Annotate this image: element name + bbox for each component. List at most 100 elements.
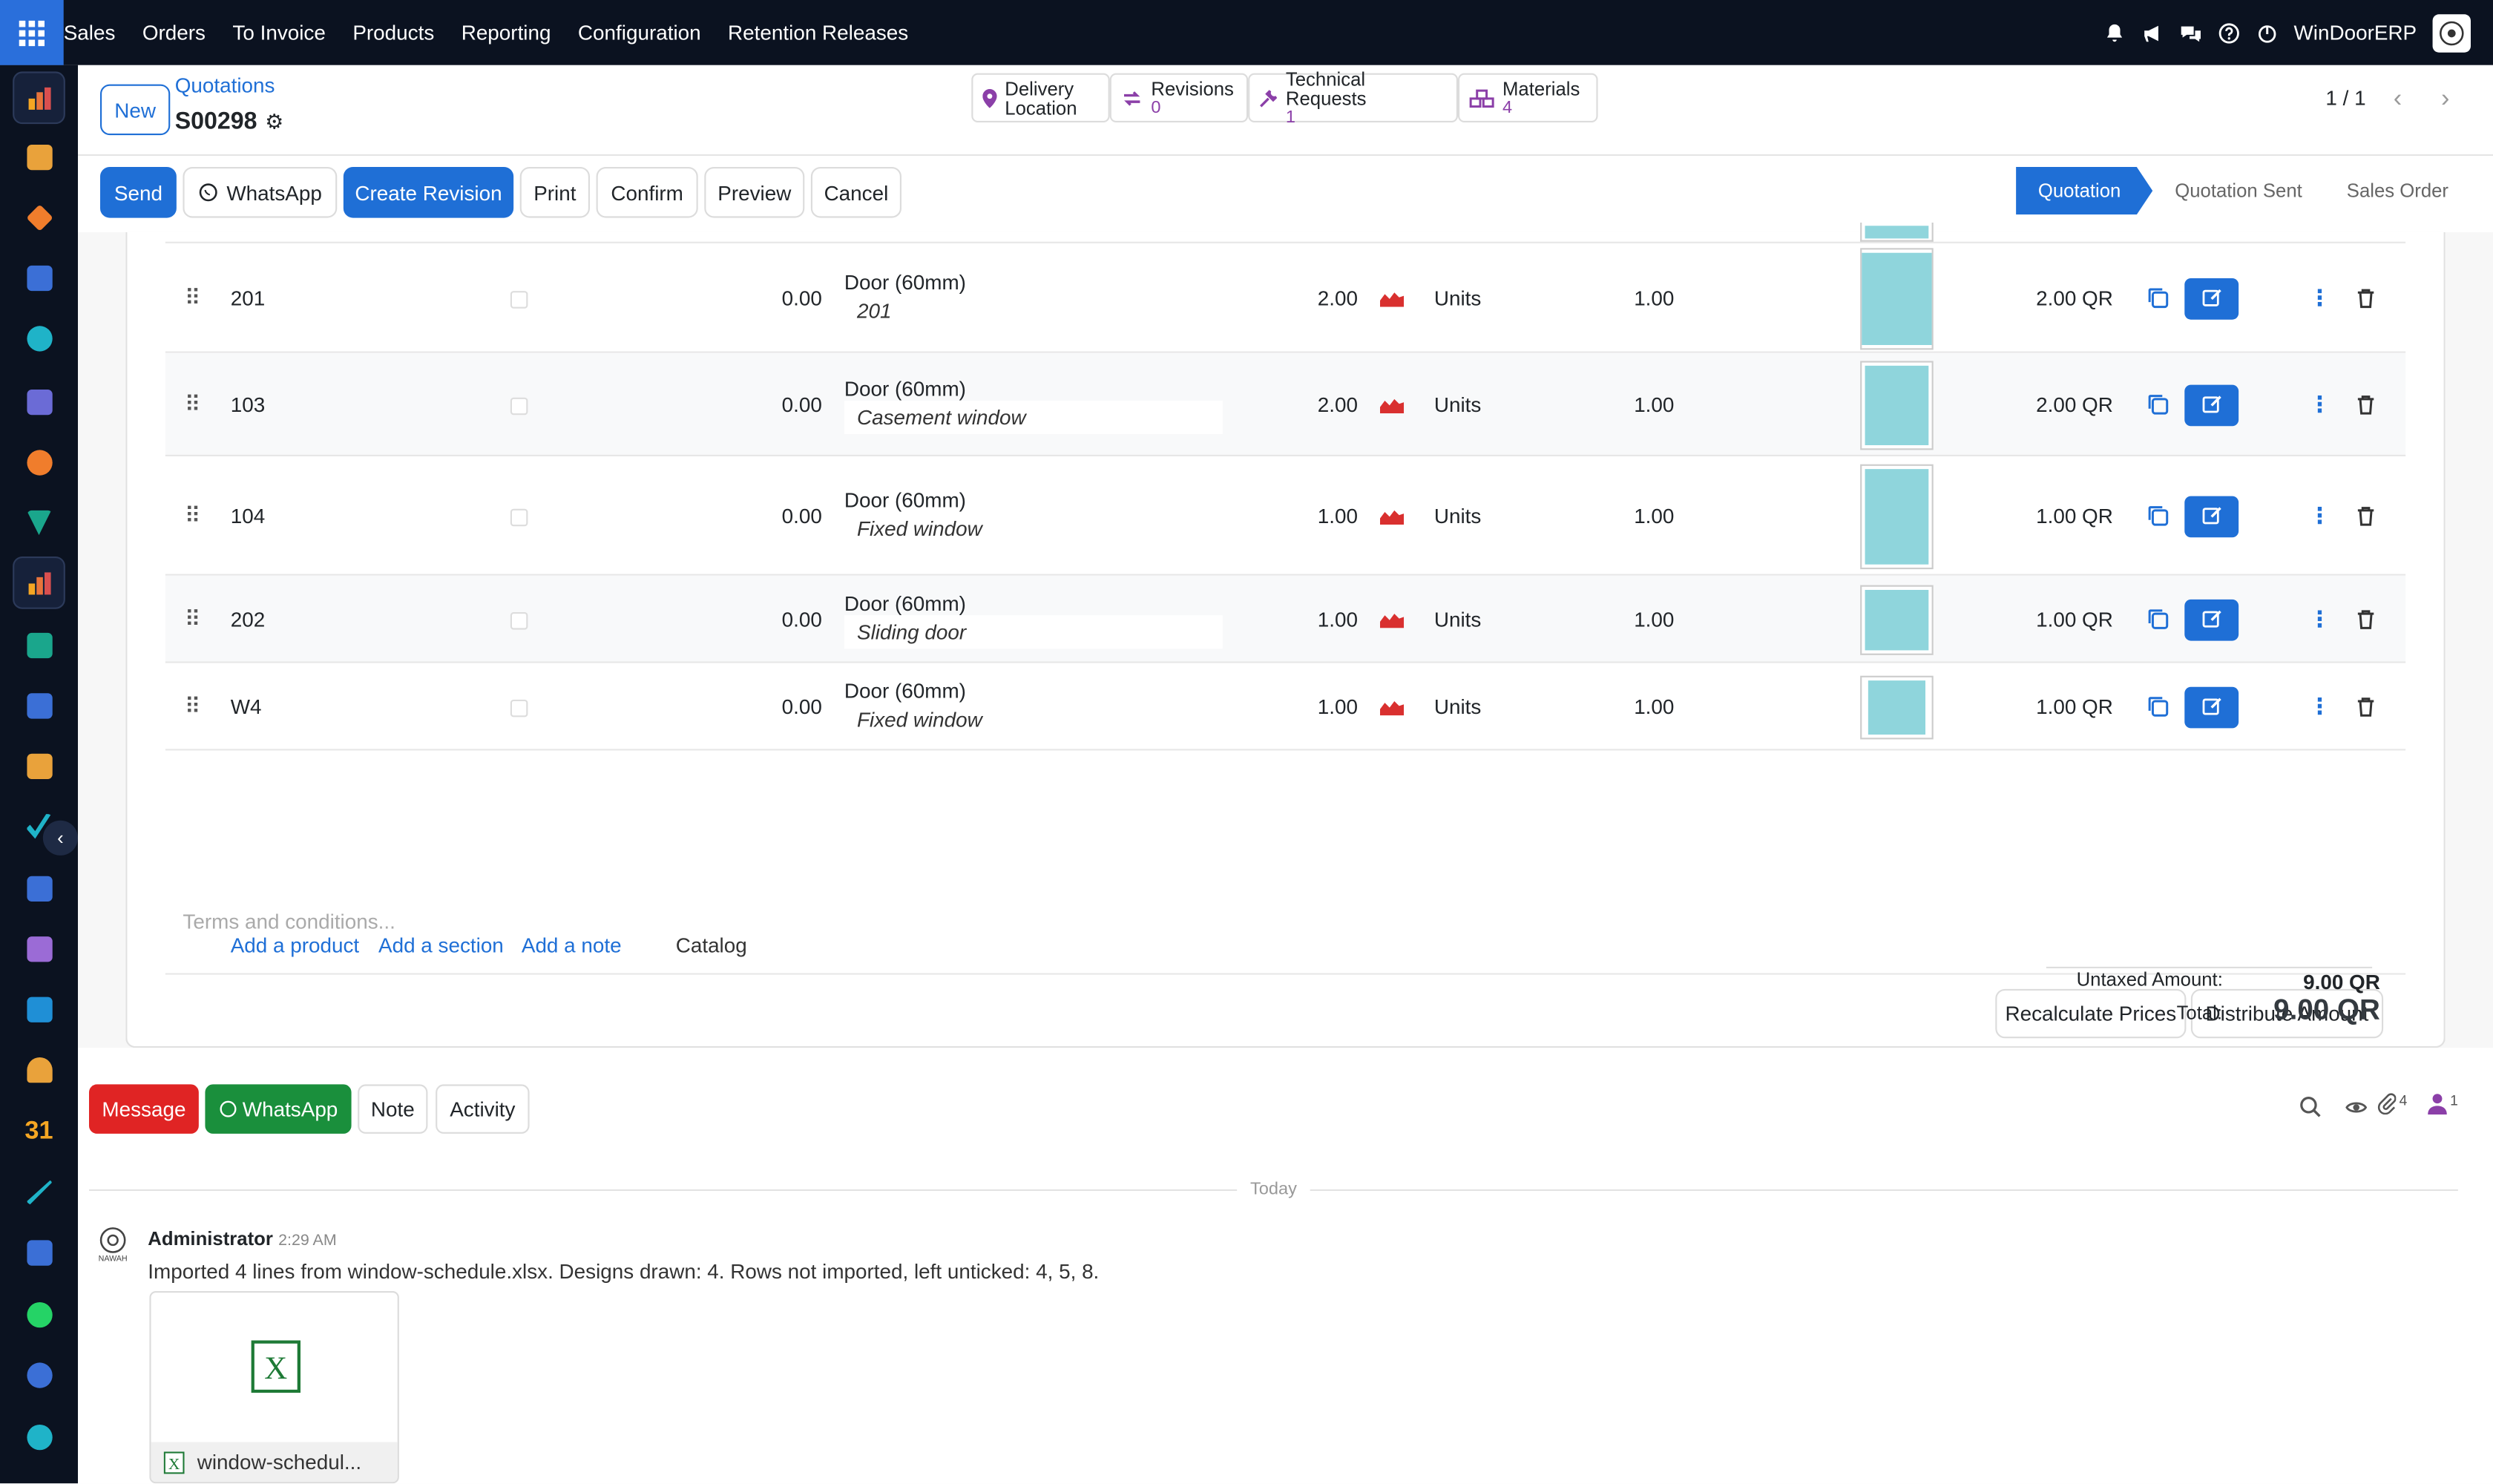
- sidebar-app-14[interactable]: [13, 861, 65, 914]
- sidebar-app-2[interactable]: [13, 131, 65, 183]
- more-options-icon[interactable]: ⋮: [2308, 605, 2331, 631]
- line-quantity[interactable]: 1.00: [1278, 694, 1358, 718]
- sidebar-app-15[interactable]: [13, 922, 65, 975]
- line-reference[interactable]: 104: [231, 503, 266, 527]
- sidebar-app-9[interactable]: [13, 556, 65, 609]
- line-description[interactable]: Door (60mm) Fixed window: [844, 678, 995, 735]
- line-checkbox[interactable]: [510, 290, 528, 308]
- edit-design-button[interactable]: [2184, 598, 2239, 640]
- line-checkbox[interactable]: [510, 611, 528, 629]
- catalog-button[interactable]: Catalog: [676, 933, 747, 957]
- drag-handle-icon[interactable]: ⠿: [185, 605, 201, 631]
- sidebar-app-6[interactable]: [13, 375, 65, 428]
- menu-configuration[interactable]: Configuration: [578, 21, 701, 45]
- copy-icon[interactable]: [2147, 607, 2169, 629]
- attachments-counter[interactable]: 4: [2377, 1092, 2407, 1115]
- line-quantity[interactable]: 1.00: [1278, 503, 1358, 527]
- design-thumbnail[interactable]: [1860, 674, 1934, 739]
- line-uom[interactable]: Units: [1434, 503, 1481, 527]
- confirm-button[interactable]: Confirm: [596, 167, 698, 218]
- copy-icon[interactable]: [2147, 392, 2169, 414]
- design-thumbnail[interactable]: [1860, 247, 1934, 349]
- design-thumbnail[interactable]: [1860, 360, 1934, 450]
- line-unit-price[interactable]: 1.00: [1596, 392, 1674, 416]
- log-note-button[interactable]: Note: [358, 1084, 428, 1134]
- table-row[interactable]: ⠿ W4 0.00 Door (60mm) Fixed window 1.00 Units 1…: [165, 663, 2406, 751]
- line-discount[interactable]: 0.00: [754, 392, 822, 416]
- design-thumbnail[interactable]: [1860, 463, 1934, 569]
- breadcrumb-parent[interactable]: Quotations: [175, 73, 275, 97]
- menu-orders[interactable]: Orders: [142, 21, 206, 45]
- pager-previous-button[interactable]: ‹: [2379, 81, 2417, 119]
- table-row[interactable]: ⠿ 201 0.00 Door (60mm) 201 2.00 Units 1.00 2.00 …: [165, 243, 2406, 353]
- megaphone-icon[interactable]: [2141, 22, 2164, 44]
- line-quantity[interactable]: 1.00: [1278, 607, 1358, 631]
- line-uom[interactable]: Units: [1434, 392, 1481, 416]
- sidebar-app-7[interactable]: [13, 436, 65, 488]
- menu-retention-releases[interactable]: Retention Releases: [728, 21, 908, 45]
- line-reference[interactable]: W4: [231, 694, 262, 718]
- apps-menu-icon[interactable]: [0, 0, 64, 65]
- terms-and-conditions-field[interactable]: Terms and conditions...: [183, 910, 395, 933]
- line-description[interactable]: Door (60mm) 201: [844, 269, 966, 326]
- line-reference[interactable]: 202: [231, 607, 266, 631]
- trash-icon[interactable]: [2356, 608, 2376, 629]
- table-row[interactable]: ⠿ 202 0.00 Door (60mm) Sliding door 1.00 Units…: [165, 575, 2406, 663]
- sidebar-app-23[interactable]: [13, 1411, 65, 1463]
- line-unit-price[interactable]: 1.00: [1596, 503, 1674, 527]
- sidebar-app-4[interactable]: [13, 252, 65, 304]
- author-avatar[interactable]: NAWAH: [96, 1226, 131, 1273]
- design-thumbnail[interactable]: [1860, 223, 1934, 242]
- send-button[interactable]: Send: [100, 167, 177, 218]
- forecast-chart-icon[interactable]: [1380, 611, 1405, 628]
- chatter-whatsapp-button[interactable]: WhatsApp: [205, 1084, 352, 1134]
- line-description[interactable]: Door (60mm) Sliding door: [844, 591, 1223, 649]
- sidebar-app-20[interactable]: [13, 1226, 65, 1278]
- preview-button[interactable]: Preview: [704, 167, 805, 218]
- menu-sales[interactable]: Sales: [64, 21, 116, 45]
- trash-icon[interactable]: [2356, 505, 2376, 525]
- line-unit-price[interactable]: 1.00: [1596, 694, 1674, 718]
- line-unit-price[interactable]: 1.00: [1596, 607, 1674, 631]
- design-thumbnail[interactable]: [1860, 584, 1934, 654]
- user-avatar[interactable]: [2432, 13, 2471, 52]
- forecast-chart-icon[interactable]: [1380, 290, 1405, 306]
- smart-button-delivery-location[interactable]: Delivery Location: [971, 73, 1110, 122]
- sidebar-app-18[interactable]: 31: [13, 1105, 65, 1158]
- whatsapp-button[interactable]: WhatsApp: [183, 167, 338, 218]
- line-quantity[interactable]: 2.00: [1278, 286, 1358, 309]
- line-reference[interactable]: 103: [231, 392, 266, 416]
- more-options-icon[interactable]: ⋮: [2308, 502, 2331, 528]
- sidebar-app-16[interactable]: [13, 982, 65, 1035]
- attachment-card[interactable]: X X window-schedul...: [149, 1291, 399, 1484]
- line-description[interactable]: Door (60mm) Fixed window: [844, 487, 995, 545]
- line-unit-price[interactable]: 1.00: [1596, 286, 1674, 309]
- trash-icon[interactable]: [2356, 393, 2376, 414]
- pager-next-button[interactable]: ›: [2426, 81, 2464, 119]
- sidebar-collapse-button[interactable]: ‹: [42, 820, 78, 856]
- sidebar-app-19[interactable]: [13, 1166, 65, 1218]
- sidebar-app-22[interactable]: [13, 1348, 65, 1401]
- line-uom[interactable]: Units: [1434, 286, 1481, 309]
- smart-button-technical-requests[interactable]: Technical Requests 1: [1248, 69, 1458, 126]
- bell-icon[interactable]: [2103, 22, 2125, 44]
- line-discount[interactable]: 0.00: [754, 503, 822, 527]
- add-product-link[interactable]: Add a product: [231, 933, 359, 957]
- line-uom[interactable]: Units: [1434, 694, 1481, 718]
- line-description[interactable]: Door (60mm) Casement window: [844, 376, 1223, 433]
- drag-handle-icon[interactable]: ⠿: [185, 692, 201, 719]
- line-discount[interactable]: 0.00: [754, 607, 822, 631]
- new-button[interactable]: New: [100, 84, 171, 136]
- menu-products[interactable]: Products: [352, 21, 434, 45]
- edit-design-button[interactable]: [2184, 495, 2239, 537]
- search-icon[interactable]: [2299, 1095, 2322, 1117]
- line-checkbox[interactable]: [510, 396, 528, 415]
- sidebar-app-8[interactable]: [13, 496, 65, 549]
- edit-design-button[interactable]: [2184, 686, 2239, 728]
- drag-handle-icon[interactable]: ⠿: [185, 284, 201, 311]
- sidebar-app-21[interactable]: [13, 1288, 65, 1341]
- sidebar-app-3[interactable]: [13, 191, 65, 243]
- status-quotation[interactable]: Quotation: [2016, 167, 2152, 214]
- drag-handle-icon[interactable]: ⠿: [185, 390, 201, 417]
- line-checkbox[interactable]: [510, 698, 528, 717]
